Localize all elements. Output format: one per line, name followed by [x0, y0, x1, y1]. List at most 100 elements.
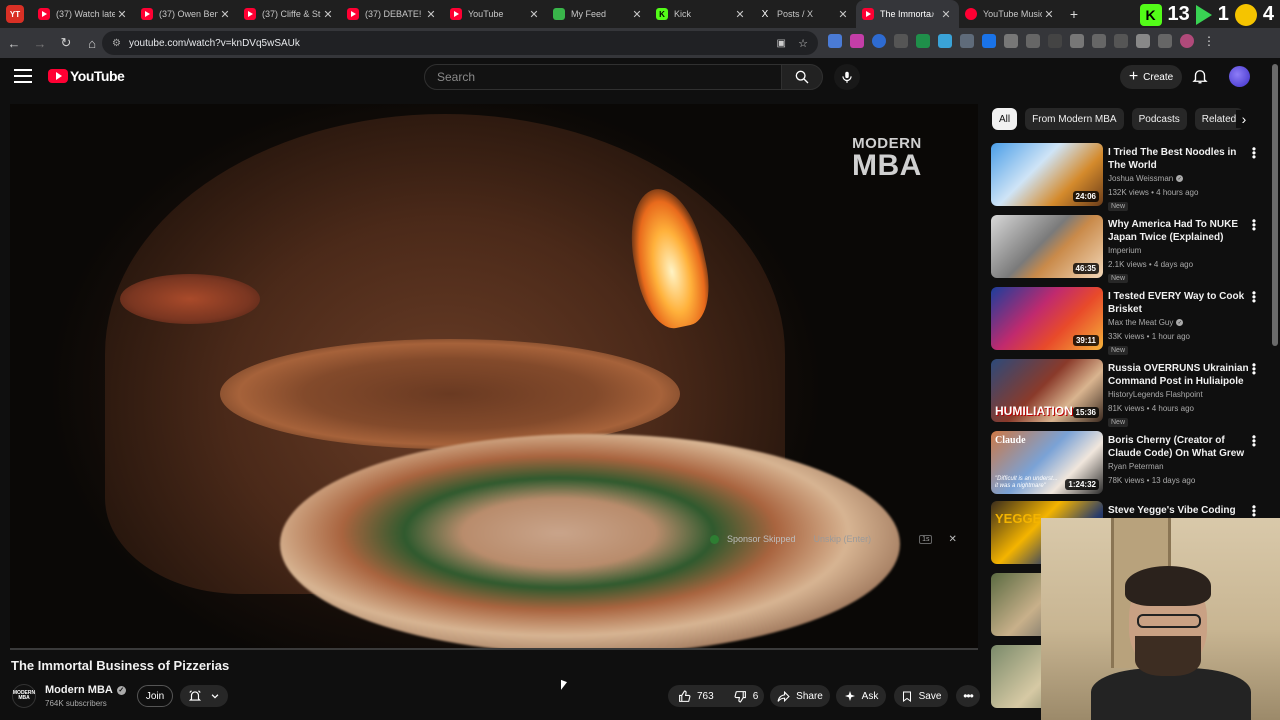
- url-text[interactable]: youtube.com/watch?v=knDVq5wSAUk: [129, 38, 300, 49]
- close-tab-icon[interactable]: ✕: [939, 8, 953, 21]
- install-app-icon[interactable]: ▣: [777, 38, 786, 49]
- close-tab-icon[interactable]: ✕: [424, 8, 438, 21]
- more-vertical-icon[interactable]: • • •: [1250, 215, 1258, 235]
- video-title[interactable]: I Tested EVERY Way to Cook Brisket: [1108, 290, 1250, 316]
- browser-tab[interactable]: X Posts / X ✕: [753, 0, 856, 28]
- video-thumbnail[interactable]: 24:06: [991, 143, 1103, 206]
- more-vertical-icon[interactable]: • • •: [1250, 359, 1258, 379]
- browser-tab[interactable]: YouTube ✕: [444, 0, 547, 28]
- new-tab-button[interactable]: +: [1062, 6, 1086, 22]
- like-button[interactable]: 763: [668, 685, 724, 707]
- page-scrollbar[interactable]: [1272, 64, 1278, 346]
- ask-button[interactable]: Ask: [836, 685, 886, 707]
- extension-icon[interactable]: [1026, 34, 1040, 48]
- extension-icon[interactable]: [872, 34, 886, 48]
- face-extension-icon[interactable]: [1234, 3, 1257, 26]
- video-thumbnail[interactable]: Claude "Difficult is an underst... it was…: [991, 431, 1103, 494]
- video-thumbnail[interactable]: 46:35: [991, 215, 1103, 278]
- play-extension-icon[interactable]: [1195, 4, 1212, 25]
- extension-icon[interactable]: [1070, 34, 1084, 48]
- unskip-button[interactable]: Unskip (Enter): [814, 534, 872, 544]
- browser-tab[interactable]: (37) Owen Benj ✕: [135, 0, 238, 28]
- extension-icon[interactable]: [850, 34, 864, 48]
- extension-icon[interactable]: [916, 34, 930, 48]
- youtube-logo[interactable]: YouTube: [48, 68, 125, 84]
- site-info-icon[interactable]: ⚙: [112, 38, 121, 49]
- address-bar[interactable]: ⚙ youtube.com/watch?v=knDVq5wSAUk ▣ ☆: [102, 31, 818, 55]
- close-tab-icon[interactable]: ✕: [630, 8, 644, 21]
- search-box[interactable]: [424, 64, 782, 90]
- channel-name[interactable]: Joshua Weissman ✓: [1108, 174, 1184, 183]
- close-icon[interactable]: ✕: [948, 534, 956, 545]
- video-thumbnail[interactable]: 39:11: [991, 287, 1103, 350]
- recommended-video[interactable]: 24:06 I Tried The Best Noodles in The Wor…: [991, 143, 1263, 211]
- channel-name[interactable]: Max the Meat Guy ✓: [1108, 318, 1184, 327]
- extension-icon[interactable]: [1092, 34, 1106, 48]
- tab-group-icon[interactable]: YT: [6, 5, 24, 23]
- browser-tab[interactable]: (37) Cliffe & St ✕: [238, 0, 341, 28]
- extension-icon[interactable]: [1136, 34, 1150, 48]
- notification-bell-button[interactable]: [180, 685, 228, 707]
- browser-tab[interactable]: (37) Watch late ✕: [32, 0, 135, 28]
- bookmark-star-icon[interactable]: ☆: [798, 37, 808, 50]
- channel-name[interactable]: HistoryLegends Flashpoint: [1108, 390, 1203, 399]
- filter-chip[interactable]: Podcasts: [1131, 108, 1187, 130]
- home-icon[interactable]: ⌂: [80, 31, 104, 55]
- channel-name-text[interactable]: Modern MBA: [45, 684, 113, 696]
- voice-search-button[interactable]: [834, 64, 860, 90]
- browser-tab[interactable]: The Immorta ♪ ✕: [856, 0, 959, 28]
- more-vertical-icon[interactable]: • • •: [1250, 143, 1258, 163]
- video-thumbnail[interactable]: HUMILIATION 15:36: [991, 359, 1103, 422]
- close-tab-icon[interactable]: ✕: [527, 8, 541, 21]
- channel-avatar[interactable]: MODERN MBA: [12, 684, 36, 708]
- share-button[interactable]: Share: [770, 685, 830, 707]
- channel-name-text[interactable]: Joshua Weissman: [1108, 174, 1173, 183]
- browser-tab[interactable]: K Kick ✕: [650, 0, 753, 28]
- search-input[interactable]: [437, 70, 781, 84]
- extension-icon[interactable]: [982, 34, 996, 48]
- profile-avatar-icon[interactable]: [1180, 34, 1194, 48]
- extension-icon[interactable]: [894, 34, 908, 48]
- extension-icon[interactable]: [938, 34, 952, 48]
- video-title[interactable]: Russia OVERRUNS Ukrainian Command Post i…: [1108, 362, 1250, 388]
- channel-name-text[interactable]: Max the Meat Guy: [1108, 318, 1173, 327]
- kick-extension-icon[interactable]: K: [1139, 3, 1162, 26]
- more-vertical-icon[interactable]: • • •: [1250, 287, 1258, 307]
- save-button[interactable]: Save: [894, 685, 948, 707]
- channel-name[interactable]: Imperium: [1108, 246, 1141, 255]
- channel-name-text[interactable]: HistoryLegends Flashpoint: [1108, 390, 1203, 399]
- search-button[interactable]: [781, 64, 823, 90]
- video-progress-bar[interactable]: [10, 648, 978, 650]
- video-player[interactable]: MODERN MBA Sponsor Skipped Unskip (Enter…: [10, 104, 978, 650]
- browser-tab[interactable]: (37) DEBATE! W✕: [341, 0, 444, 28]
- create-button[interactable]: + Create: [1120, 65, 1182, 89]
- join-button[interactable]: Join: [137, 685, 173, 707]
- guide-menu-icon[interactable]: [14, 69, 32, 83]
- channel-name-text[interactable]: Imperium: [1108, 246, 1141, 255]
- account-avatar[interactable]: [1229, 66, 1250, 87]
- filter-chip[interactable]: From Modern MBA: [1025, 108, 1124, 130]
- extension-icon[interactable]: [1048, 34, 1062, 48]
- close-tab-icon[interactable]: ✕: [733, 8, 747, 21]
- more-actions-button[interactable]: •••: [956, 685, 980, 707]
- filter-chip[interactable]: All: [992, 108, 1018, 130]
- close-tab-icon[interactable]: ✕: [1042, 8, 1056, 21]
- notifications-button[interactable]: [1191, 67, 1209, 88]
- reload-icon[interactable]: ↻: [54, 31, 78, 55]
- extension-icon[interactable]: [1004, 34, 1018, 48]
- extension-icon[interactable]: [828, 34, 842, 48]
- extension-icon[interactable]: [1114, 34, 1128, 48]
- close-tab-icon[interactable]: ✕: [836, 8, 850, 21]
- browser-tab[interactable]: YouTube Music ✕: [959, 0, 1062, 28]
- channel-name[interactable]: Modern MBA ✓: [45, 684, 126, 696]
- browser-menu-icon[interactable]: ⋮: [1202, 34, 1216, 48]
- more-vertical-icon[interactable]: • • •: [1250, 431, 1258, 451]
- dislike-button[interactable]: 6: [724, 685, 769, 707]
- recommended-video[interactable]: Claude "Difficult is an underst... it was…: [991, 431, 1263, 495]
- channel-name[interactable]: Ryan Peterman: [1108, 462, 1164, 471]
- chevron-right-icon[interactable]: ›: [1236, 110, 1252, 128]
- recommended-video[interactable]: HUMILIATION 15:36 Russia OVERRUNS Ukrainia…: [991, 359, 1263, 427]
- video-title[interactable]: I Tried The Best Noodles in The World: [1108, 146, 1250, 172]
- recommended-video[interactable]: 46:35 Why America Had To NUKE Japan Twice…: [991, 215, 1263, 283]
- close-tab-icon[interactable]: ✕: [218, 8, 232, 21]
